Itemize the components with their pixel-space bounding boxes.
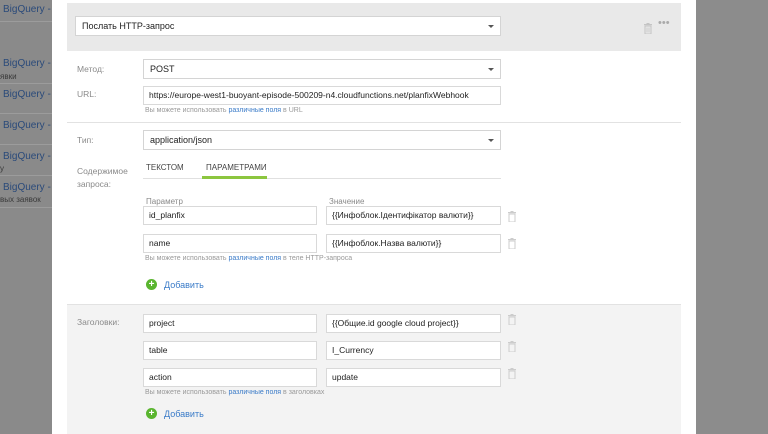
method-select[interactable]: POST bbox=[143, 59, 501, 79]
fields-link[interactable]: различные поля bbox=[228, 389, 281, 396]
header-name: action bbox=[149, 372, 172, 382]
trash-icon[interactable] bbox=[507, 368, 517, 379]
hint-text: Вы можете использовать bbox=[145, 107, 227, 114]
add-label: Добавить bbox=[164, 408, 204, 419]
chevron-down-icon bbox=[488, 25, 494, 28]
param-column-header: Параметр bbox=[146, 197, 183, 206]
list-item[interactable]: BigQuery - у bbox=[0, 145, 52, 176]
url-label: URL: bbox=[77, 89, 97, 99]
hint-text: Вы можете использовать bbox=[145, 255, 227, 262]
list-item[interactable]: BigQuery - bbox=[0, 114, 52, 145]
list-item-title: BigQuery - bbox=[3, 58, 51, 69]
hint-text: в заголовках bbox=[283, 389, 325, 396]
list-item-subtitle: явки bbox=[0, 72, 17, 81]
header-name-input[interactable]: action bbox=[143, 368, 317, 387]
param-name: name bbox=[149, 238, 171, 248]
fields-link[interactable]: различные поля bbox=[228, 255, 281, 262]
url-value: https://europe-west1-buoyant-episode-500… bbox=[149, 90, 469, 100]
header-value: I_Currency bbox=[332, 345, 374, 355]
param-value-input[interactable]: {{Инфоблок.Ідентифікатор валюти}} bbox=[326, 206, 501, 225]
divider bbox=[67, 122, 681, 123]
tab-params[interactable]: ПАРАМЕТРАМИ bbox=[206, 163, 267, 172]
overlay-backdrop bbox=[696, 0, 768, 434]
action-type-value: Послать HTTP-запрос bbox=[82, 21, 175, 31]
active-tab-indicator bbox=[202, 176, 267, 179]
list-item-subtitle: вых заявок bbox=[0, 195, 41, 204]
header-name-input[interactable]: project bbox=[143, 314, 317, 333]
header-value-input[interactable]: update bbox=[326, 368, 501, 387]
method-value: POST bbox=[150, 64, 175, 74]
content-type-select[interactable]: application/json bbox=[143, 130, 501, 150]
add-label: Добавить bbox=[164, 279, 204, 290]
param-name-input[interactable]: name bbox=[143, 234, 317, 253]
chevron-down-icon bbox=[488, 68, 494, 71]
action-editor-panel: Послать HTTP-запрос ••• Метод: POST URL:… bbox=[52, 0, 696, 434]
chevron-down-icon bbox=[488, 139, 494, 142]
list-item[interactable]: BigQuery - bbox=[0, 0, 52, 22]
trash-icon[interactable] bbox=[507, 238, 517, 249]
list-item[interactable]: BigQuery - вых заявок bbox=[0, 176, 52, 208]
add-header-button[interactable]: + Добавить bbox=[146, 408, 204, 419]
header-value: {{Общие.id google cloud project}} bbox=[332, 318, 459, 328]
url-hint: Вы можете использовать различные поля в … bbox=[145, 107, 303, 114]
hint-text: Вы можете использовать bbox=[145, 389, 227, 396]
param-value: {{Инфоблок.Ідентифікатор валюти}} bbox=[332, 210, 474, 220]
hint-text: в теле HTTP-запроса bbox=[283, 255, 353, 262]
content-type-value: application/json bbox=[150, 135, 213, 145]
header-name-input[interactable]: table bbox=[143, 341, 317, 360]
add-param-button[interactable]: + Добавить bbox=[146, 279, 204, 290]
body-hint: Вы можете использовать различные поля в … bbox=[145, 255, 352, 262]
hint-text: в URL bbox=[283, 107, 303, 114]
more-dots-icon[interactable]: ••• bbox=[658, 17, 670, 29]
list-item-title: BigQuery - bbox=[3, 151, 51, 162]
header-value: update bbox=[332, 372, 358, 382]
method-label: Метод: bbox=[77, 64, 105, 74]
plus-circle-icon: + bbox=[146, 408, 157, 419]
list-item-title: BigQuery - bbox=[3, 89, 51, 100]
trash-icon[interactable] bbox=[507, 341, 517, 352]
tab-text[interactable]: ТЕКСТОМ bbox=[146, 163, 184, 172]
header-name: project bbox=[149, 318, 175, 328]
param-value-input[interactable]: {{Инфоблок.Назва валюти}} bbox=[326, 234, 501, 253]
action-header: Послать HTTP-запрос ••• bbox=[67, 3, 681, 51]
param-name-input[interactable]: id_planfix bbox=[143, 206, 317, 225]
list-item-title: BigQuery - bbox=[3, 182, 51, 193]
header-name: table bbox=[149, 345, 168, 355]
list-item[interactable]: BigQuery - bbox=[0, 84, 52, 114]
plus-circle-icon: + bbox=[146, 279, 157, 290]
trash-icon[interactable] bbox=[643, 23, 653, 34]
action-type-select[interactable]: Послать HTTP-запрос bbox=[75, 16, 501, 36]
list-item-title: BigQuery - bbox=[3, 120, 51, 131]
headers-label: Заголовки: bbox=[77, 317, 120, 327]
list-item-title: BigQuery - bbox=[3, 4, 51, 15]
header-value-input[interactable]: I_Currency bbox=[326, 341, 501, 360]
type-label: Тип: bbox=[77, 135, 94, 145]
value-column-header: Значение bbox=[329, 197, 365, 206]
trash-icon[interactable] bbox=[507, 314, 517, 325]
header-value-input[interactable]: {{Общие.id google cloud project}} bbox=[326, 314, 501, 333]
list-item[interactable]: BigQuery - явки bbox=[0, 54, 52, 84]
divider bbox=[67, 304, 681, 305]
fields-link[interactable]: различные поля bbox=[228, 107, 281, 114]
background-list: BigQuery - BigQuery - явки BigQuery - Bi… bbox=[0, 0, 52, 434]
tabs-baseline bbox=[143, 178, 501, 179]
url-input[interactable]: https://europe-west1-buoyant-episode-500… bbox=[143, 86, 501, 105]
headers-hint: Вы можете использовать различные поля в … bbox=[145, 389, 324, 396]
trash-icon[interactable] bbox=[507, 211, 517, 222]
param-name: id_planfix bbox=[149, 210, 185, 220]
param-value: {{Инфоблок.Назва валюти}} bbox=[332, 238, 442, 248]
body-label: Содержимое запроса: bbox=[77, 166, 128, 189]
list-item-subtitle: у bbox=[0, 164, 4, 173]
